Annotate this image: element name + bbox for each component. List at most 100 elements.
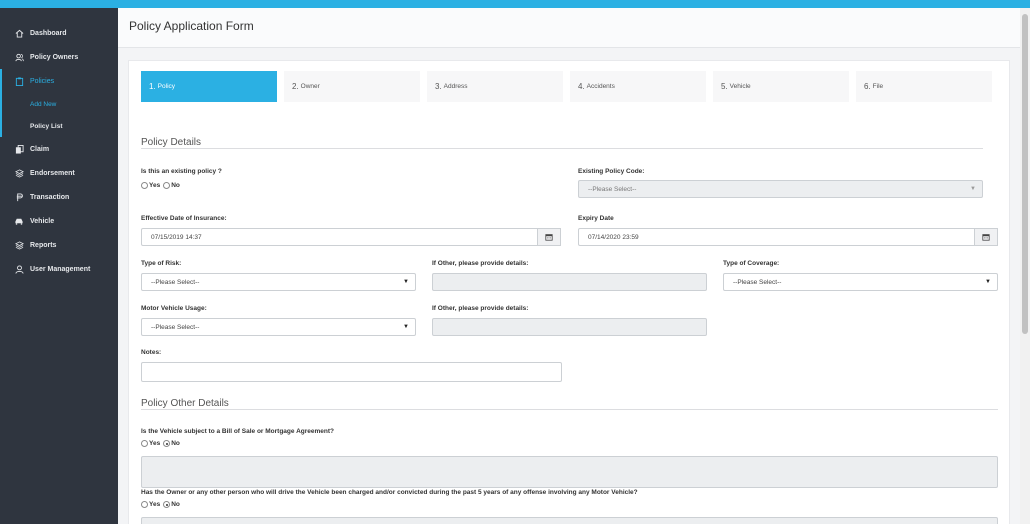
chevron-down-icon: ▼ [985, 279, 991, 285]
type-of-coverage-label: Type of Coverage: [723, 260, 780, 267]
step-label: Policy [157, 83, 176, 90]
expiry-date-label: Expiry Date [578, 215, 614, 222]
chevron-down-icon: ▼ [970, 186, 976, 192]
step-vehicle[interactable]: 5. Vehicle [713, 71, 849, 102]
sidebar-item-dashboard[interactable]: Dashboard [0, 21, 118, 45]
type-of-risk-label: Type of Risk: [141, 260, 182, 267]
sidebar-subitem-label: Add New [30, 100, 57, 108]
existing-policy-radio-group: Yes No [141, 182, 183, 189]
step-label: File [872, 83, 884, 90]
step-number: 1. [149, 82, 156, 91]
step-owner[interactable]: 2. Owner [284, 71, 420, 102]
sidebar-item-transaction[interactable]: Transaction [0, 185, 118, 209]
bill-of-sale-yes-radio[interactable] [141, 440, 148, 447]
bill-of-sale-radio-group: Yes No [141, 440, 183, 447]
sidebar-subitem-add-new[interactable]: Add New [0, 93, 118, 115]
existing-policy-question: Is this an existing policy ? [141, 168, 222, 175]
step-label: Address [443, 83, 468, 90]
usage-other-details-input[interactable] [432, 318, 707, 336]
select-value: --Please Select-- [151, 278, 200, 286]
page-header: Policy Application Form [118, 8, 1020, 48]
sidebar-item-label: Claim [30, 145, 50, 153]
step-number: 3. [435, 82, 442, 91]
expiry-date-input[interactable]: 07/14/2020 23:59 [578, 228, 998, 246]
page-title: Policy Application Form [129, 19, 254, 33]
sidebar-item-claim[interactable]: Claim [0, 137, 118, 161]
copy-icon [14, 144, 24, 154]
step-accidents[interactable]: 4. Accidents [570, 71, 706, 102]
radio-label-no: No [171, 182, 180, 189]
select-value: --Please Select-- [588, 185, 637, 193]
section-title-policy-other-details: Policy Other Details [141, 398, 229, 409]
sidebar-item-label: Endorsement [30, 169, 75, 177]
sidebar-item-policies[interactable]: Policies [0, 69, 118, 93]
sidebar-item-label: Policy Owners [30, 53, 79, 61]
radio-label-no: No [171, 440, 180, 447]
type-of-coverage-select[interactable]: --Please Select-- ▼ [723, 273, 998, 291]
sidebar-item-policy-owners[interactable]: Policy Owners [0, 45, 118, 69]
step-label: Accidents [586, 83, 615, 90]
notes-label: Notes: [141, 349, 162, 356]
effective-date-label: Effective Date of Insurance: [141, 215, 227, 222]
offense-no-radio[interactable] [163, 501, 171, 508]
notes-input[interactable] [141, 362, 562, 382]
layers-icon [14, 240, 24, 250]
offense-details-textarea[interactable] [141, 517, 998, 524]
section-title-policy-details: Policy Details [141, 137, 202, 148]
step-file[interactable]: 6. File [856, 71, 992, 102]
step-label: Vehicle [729, 83, 751, 90]
sidebar-item-user-management[interactable]: User Management [0, 257, 118, 281]
input-value: 07/14/2020 23:59 [588, 233, 639, 241]
step-address[interactable]: 3. Address [427, 71, 563, 102]
top-accent-bar [0, 0, 1030, 8]
risk-other-details-input[interactable] [432, 273, 707, 291]
usage-other-details-label: If Other, please provide details: [432, 305, 529, 312]
sidebar-item-vehicle[interactable]: Vehicle [0, 209, 118, 233]
type-of-risk-select[interactable]: --Please Select-- ▼ [141, 273, 416, 291]
existing-policy-code-select[interactable]: --Please Select-- ▼ [578, 180, 983, 198]
motor-vehicle-usage-label: Motor Vehicle Usage: [141, 305, 207, 312]
sidebar-item-label: Reports [30, 241, 57, 249]
users-icon [14, 52, 24, 62]
offense-radio-group: Yes No [141, 501, 183, 508]
risk-other-details-label: If Other, please provide details: [432, 260, 529, 267]
sidebar-subitem-label: Policy List [30, 122, 63, 130]
existing-policy-no-radio[interactable] [163, 182, 171, 189]
sidebar: Dashboard Policy Owners Policies Add New… [0, 8, 118, 524]
step-number: 5. [721, 82, 728, 91]
select-value: --Please Select-- [151, 323, 200, 331]
chevron-down-icon: ▼ [403, 279, 409, 285]
section-divider [141, 409, 998, 410]
sidebar-item-reports[interactable]: Reports [0, 233, 118, 257]
sidebar-item-label: User Management [30, 265, 91, 273]
clipboard-icon [14, 76, 24, 86]
radio-label-no: No [171, 501, 180, 508]
radio-label-yes: Yes [149, 182, 161, 189]
sidebar-item-label: Policies [30, 77, 55, 85]
sidebar-item-label: Transaction [30, 193, 70, 201]
calendar-icon[interactable] [537, 228, 561, 246]
sidebar-item-label: Vehicle [30, 217, 55, 225]
effective-date-input[interactable]: 07/15/2019 14:37 [141, 228, 561, 246]
calendar-icon[interactable] [974, 228, 998, 246]
input-value: 07/15/2019 14:37 [151, 233, 202, 241]
section-divider [141, 148, 983, 149]
step-number: 4. [578, 82, 585, 91]
page-scrollbar[interactable] [1020, 8, 1030, 524]
currency-icon [14, 192, 24, 202]
home-icon [14, 28, 24, 38]
sidebar-item-endorsement[interactable]: Endorsement [0, 161, 118, 185]
motor-vehicle-usage-select[interactable]: --Please Select-- ▼ [141, 318, 416, 336]
form-panel: 1. Policy 2. Owner 3. Address 4. Accidents 5… [128, 60, 1010, 524]
sidebar-subitem-policy-list[interactable]: Policy List [0, 115, 118, 137]
existing-policy-yes-radio[interactable] [141, 182, 148, 189]
step-number: 2. [292, 82, 299, 91]
offense-question: Has the Owner or any other person who wi… [141, 489, 638, 496]
existing-policy-code-label: Existing Policy Code: [578, 168, 645, 175]
offense-yes-radio[interactable] [141, 501, 148, 508]
step-number: 6. [864, 82, 871, 91]
bill-of-sale-details-textarea[interactable] [141, 456, 998, 488]
step-policy[interactable]: 1. Policy [141, 71, 277, 102]
bill-of-sale-no-radio[interactable] [163, 440, 171, 447]
scrollbar-thumb[interactable] [1022, 14, 1028, 334]
